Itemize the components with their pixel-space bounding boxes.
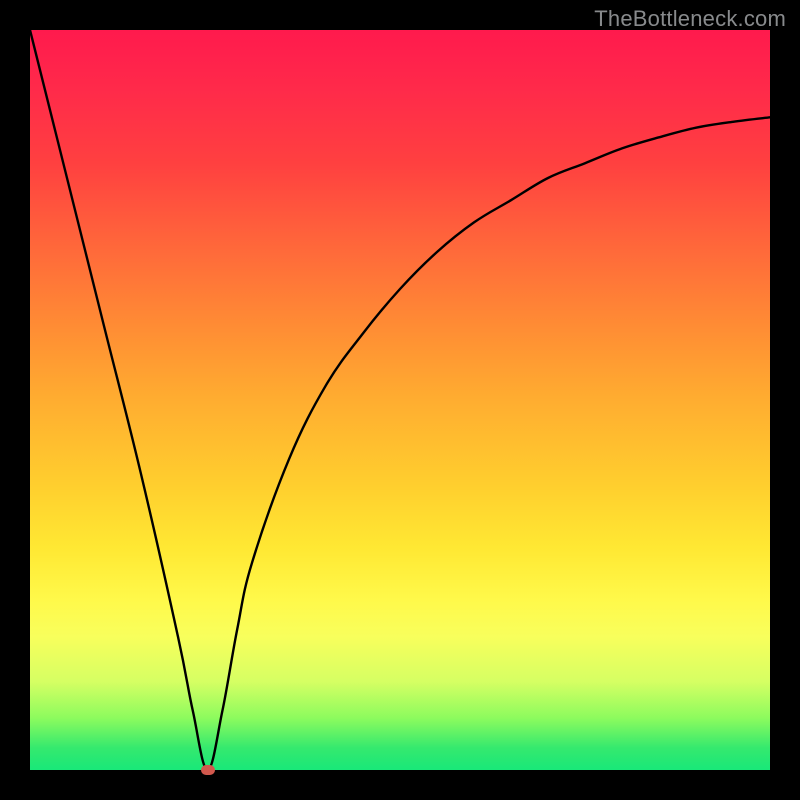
curve-layer bbox=[30, 30, 770, 770]
chart-frame: TheBottleneck.com bbox=[0, 0, 800, 800]
plot-area bbox=[30, 30, 770, 770]
minimum-marker bbox=[201, 765, 215, 775]
bottleneck-curve bbox=[30, 30, 770, 770]
watermark-text: TheBottleneck.com bbox=[594, 6, 786, 32]
